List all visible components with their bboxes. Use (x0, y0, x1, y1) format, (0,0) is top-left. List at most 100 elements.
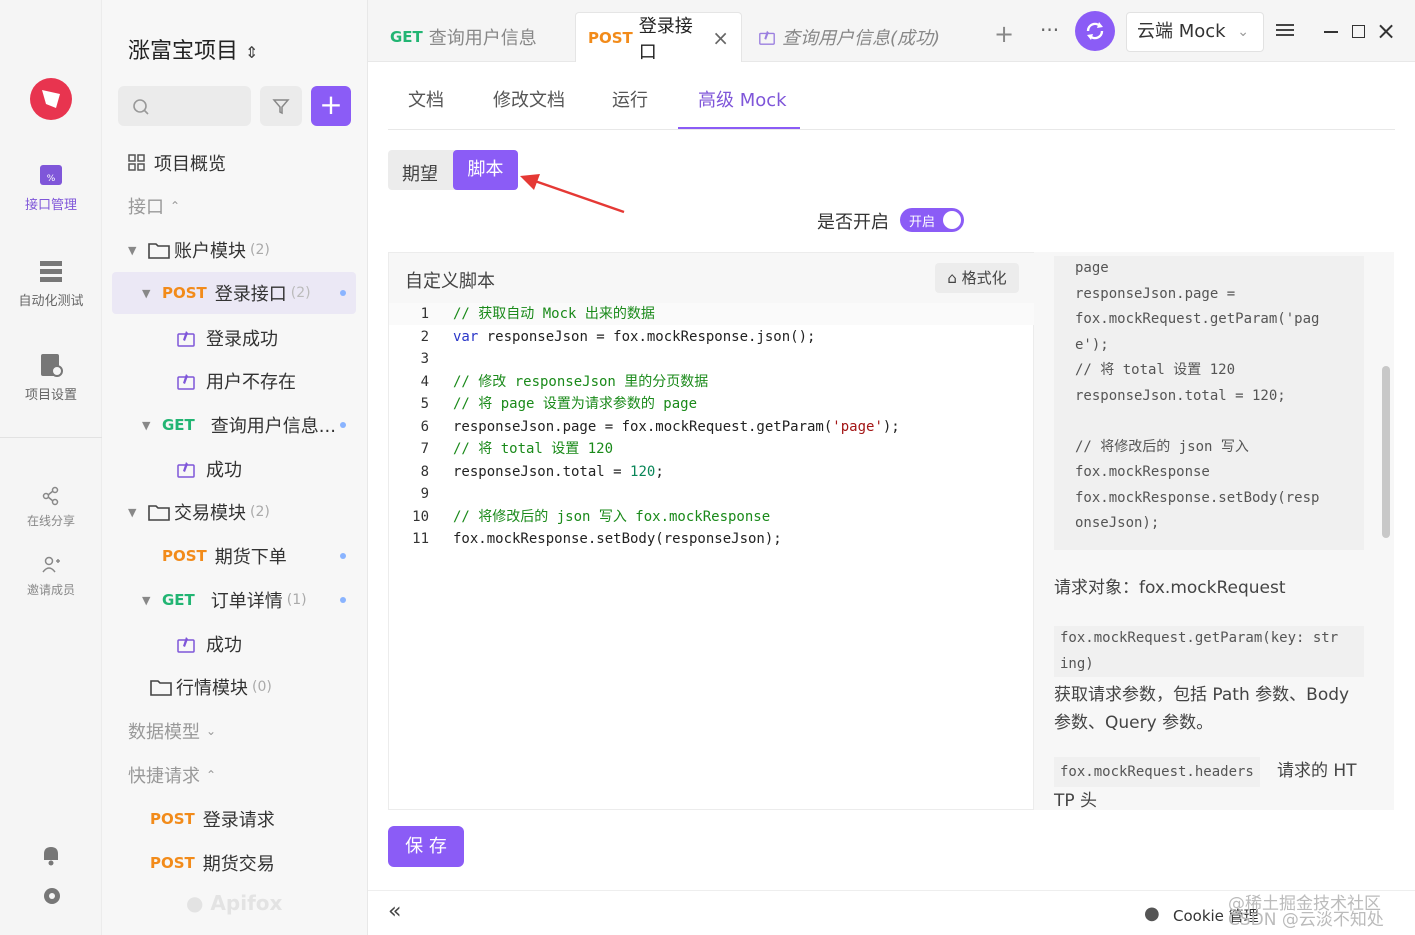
tree-folder[interactable]: 行情模块 (0) (150, 666, 394, 708)
enable-toggle[interactable]: 开启 (900, 208, 964, 232)
grid-icon (128, 154, 145, 171)
section-quick-label: 快捷请求 (128, 766, 200, 787)
code-text: // 将 page 设置为请求参数的 page (453, 396, 698, 412)
method-badge: POST (150, 854, 195, 872)
quick-request-item[interactable]: POST 登录请求 (150, 798, 394, 840)
mode-script[interactable]: 脚本 (453, 150, 518, 190)
sync-button[interactable] (1075, 11, 1115, 51)
chevron-up-icon: ⌃ (170, 199, 181, 213)
api-tree-sidebar: 涨富宝项目 ⇕ + 项目概览 接口 ⌃ ▼ 账户模块 (2) ▼ POST 登录… (102, 0, 368, 935)
tab-label: 查询用户信息(成功) (782, 28, 941, 49)
tab-label: 查询用户信息 (428, 28, 537, 49)
subtab-doc[interactable]: 文档 (408, 86, 444, 112)
tree-case-item[interactable]: 用户不存在 (176, 360, 420, 402)
tab-get-user[interactable]: GET 查询用户信息 (390, 12, 537, 62)
search-icon (133, 99, 149, 115)
mode-expect[interactable]: 期望 (402, 160, 438, 186)
folder-count: (2) (250, 242, 270, 258)
api-count: (1) (286, 592, 307, 608)
mock-case-icon (177, 637, 195, 653)
env-select[interactable]: 云端 Mock ⌄ (1126, 12, 1264, 52)
quick-request-item[interactable]: POST 期货交易 (150, 842, 394, 884)
tree-api-item[interactable]: POST 期货下单 (162, 535, 356, 577)
cookie-icon: ● (1144, 903, 1160, 924)
code-text: fox.mockResponse.setBody(responseJson); (453, 531, 782, 547)
watermark-csdn: CSDN @云淡不知处 (1228, 910, 1384, 930)
code-text: // 将修改后的 json 写入 fox.mockResponse (453, 508, 771, 525)
collapse-sidebar-icon[interactable]: « (388, 899, 401, 924)
close-icon[interactable]: × (712, 26, 729, 50)
method-badge: POST (162, 547, 207, 565)
tree-folder[interactable]: ▼ 交易模块 (2) (128, 491, 372, 533)
format-icon: ⌂ (947, 269, 957, 287)
window-close-icon[interactable]: × (1376, 17, 1396, 45)
tree-case-item[interactable]: 登录成功 (176, 317, 420, 359)
subtab-advanced-mock[interactable]: 高级 Mock (698, 86, 787, 112)
doc-snippet: page responseJson.page = fox.mockRequest… (1054, 256, 1364, 550)
minimize-icon[interactable] (1324, 31, 1338, 33)
format-button[interactable]: ⌂ 格式化 (935, 263, 1019, 293)
rail-share[interactable]: 在线分享 (0, 486, 102, 529)
tab-user-success[interactable]: 查询用户信息(成功) (758, 12, 940, 62)
menu-icon[interactable] (1276, 22, 1294, 42)
code-area[interactable]: 1// 获取自动 Mock 出来的数据 2 var responseJson = … (389, 303, 1035, 811)
subtab-run[interactable]: 运行 (612, 86, 648, 112)
rail-api-management[interactable]: % 接口管理 (0, 162, 102, 213)
api-label: 期货下单 (214, 547, 287, 568)
mode-script-label: 脚本 (467, 159, 504, 180)
request-object-heading: 请求对象：fox.mockRequest (1054, 578, 1286, 598)
maximize-icon[interactable] (1352, 25, 1365, 38)
code-text: responseJson.total = 120; (453, 463, 664, 480)
brand-watermark: ● Apifox (186, 891, 282, 915)
brand-label: Apifox (210, 891, 283, 915)
add-button[interactable]: + (311, 86, 351, 126)
enable-label: 是否开启 (817, 212, 889, 233)
tree-overview[interactable]: 项目概览 (128, 142, 372, 184)
apifox-logo-icon: ● (186, 891, 204, 915)
script-editor: 自定义脚本 ⌂ 格式化 1// 获取自动 Mock 出来的数据 2 var res… (388, 252, 1035, 811)
notification-bell-icon[interactable] (41, 844, 61, 870)
tab-post-login[interactable]: POST 登录接口 × (575, 12, 742, 63)
caret-down-icon: ▼ (128, 505, 137, 519)
format-label: 格式化 (961, 269, 1007, 287)
filter-button[interactable] (260, 86, 302, 126)
folder-label: 交易模块 (174, 503, 246, 524)
caret-down-icon: ▼ (128, 243, 137, 257)
method-badge: POST (150, 810, 195, 828)
tree-case-item[interactable]: 成功 (176, 448, 420, 490)
project-switcher[interactable]: 涨富宝项目 ⇕ (128, 33, 258, 65)
code-text: // 修改 responseJson 里的分页数据 (453, 373, 709, 390)
search-input[interactable] (118, 86, 251, 126)
save-button[interactable]: 保 存 (388, 826, 464, 867)
subtab-edit-doc[interactable]: 修改文档 (493, 86, 565, 112)
api-label: 订单详情 (210, 591, 283, 612)
section-models[interactable]: 数据模型 ⌄ (128, 710, 372, 752)
rail-automation[interactable]: 自动化测试 (0, 258, 102, 309)
tree-api-item[interactable]: ▼ POST 登录接口 (2) (112, 272, 356, 314)
settings-gear-icon[interactable] (41, 885, 63, 911)
more-tabs-icon[interactable]: ··· (1040, 18, 1059, 42)
new-tab-plus-icon[interactable]: + (994, 20, 1014, 48)
app-logo (30, 78, 72, 120)
code-text: // 获取自动 Mock 出来的数据 (453, 306, 655, 322)
method-badge: GET (162, 416, 195, 434)
tree-folder[interactable]: ▼ 账户模块 (2) (128, 229, 372, 271)
doc-scrollbar[interactable] (1382, 366, 1390, 538)
method-badge: GET (162, 591, 195, 609)
mock-case-icon (759, 30, 775, 45)
automation-icon (40, 261, 62, 282)
headers-code: fox.mockRequest.headers (1054, 757, 1260, 787)
case-label: 成功 (206, 460, 242, 481)
tree-api-item[interactable]: ▼ GET 订单详情 (1) (112, 579, 356, 621)
api-doc-panel: page responseJson.page = fox.mockRequest… (1034, 252, 1394, 810)
section-quick[interactable]: 快捷请求 ⌃ (128, 754, 372, 796)
chevron-down-icon: ⌄ (206, 724, 217, 738)
section-api-label: 接口 (128, 197, 164, 218)
rail-project-settings[interactable]: 项目设置 (0, 352, 102, 403)
tree-api-item[interactable]: ▼ GET 查询用户信息... (112, 404, 356, 446)
status-dot (340, 597, 346, 603)
section-api[interactable]: 接口 ⌃ (128, 185, 372, 227)
rail-invite[interactable]: 邀请成员 (0, 555, 102, 598)
status-dot (340, 553, 346, 559)
tree-case-item[interactable]: 成功 (176, 623, 420, 665)
